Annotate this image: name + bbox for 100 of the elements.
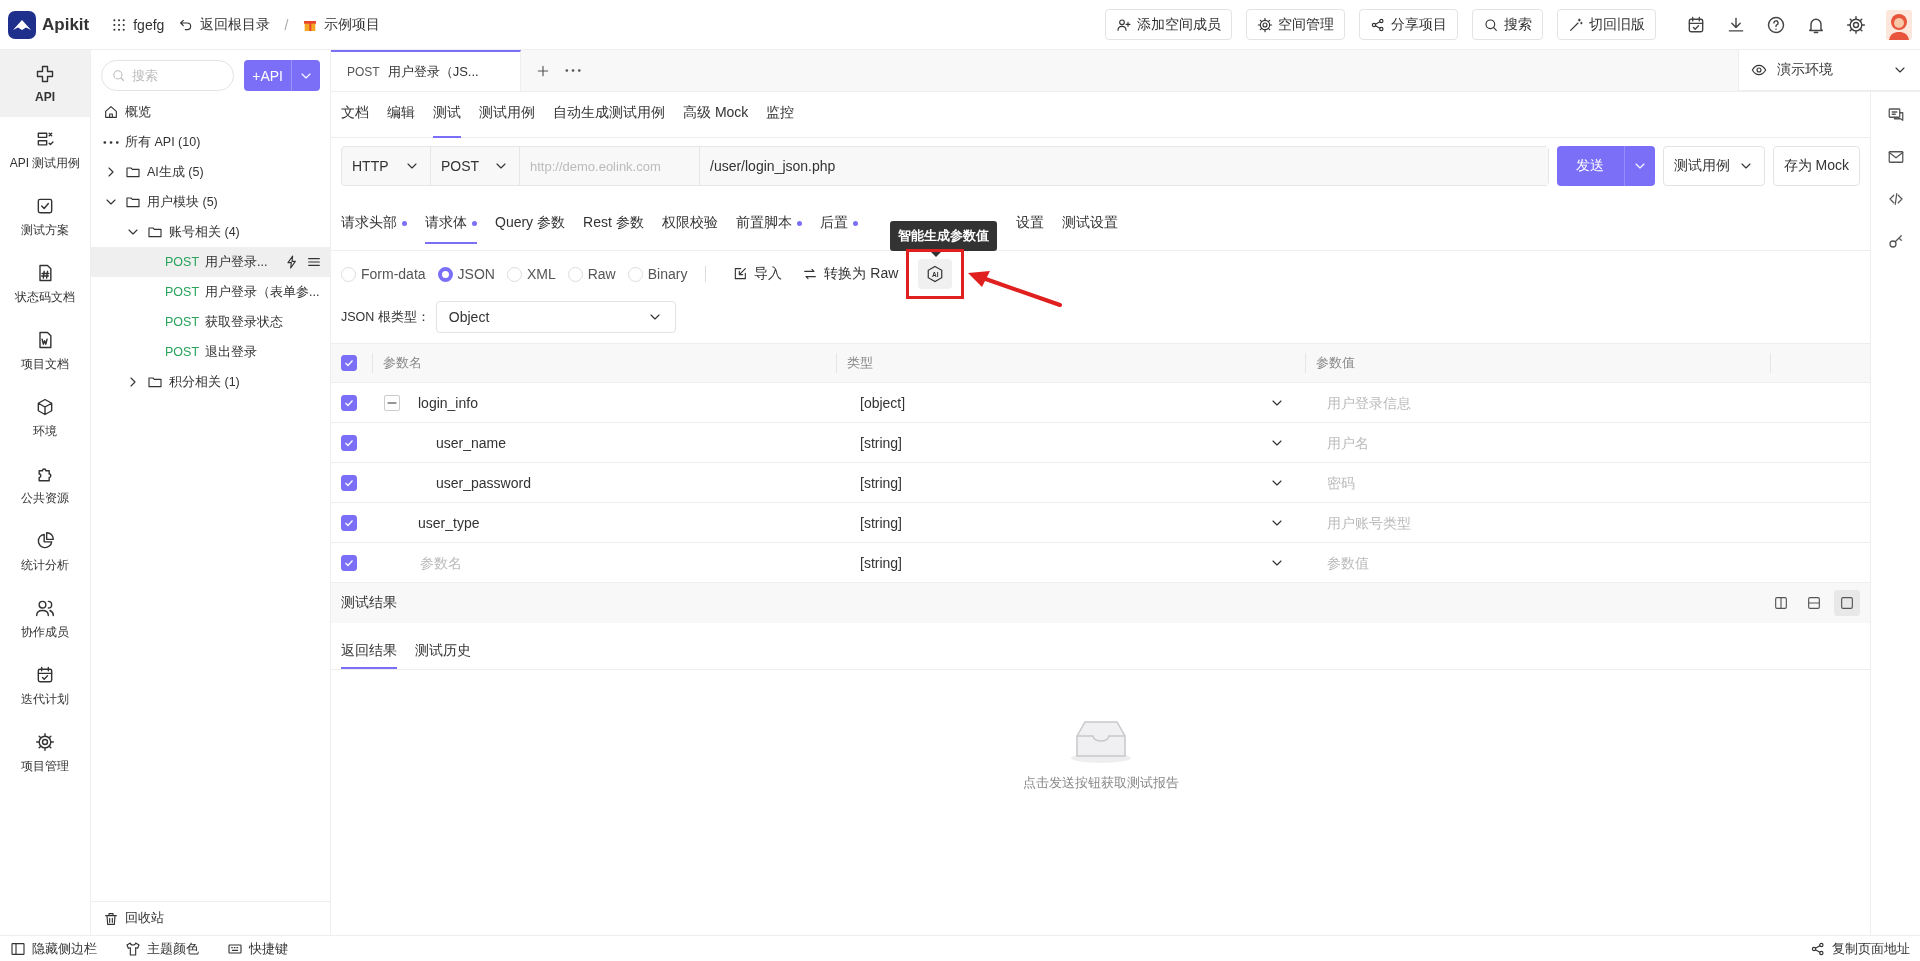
- nav-item[interactable]: 协作成员: [0, 586, 90, 653]
- avatar[interactable]: [1886, 9, 1912, 40]
- test-case-button[interactable]: 测试用例: [1662, 146, 1765, 186]
- tab[interactable]: 返回结果: [341, 642, 397, 669]
- param-type[interactable]: [string]: [860, 514, 902, 531]
- tree-item[interactable]: 概览: [91, 97, 330, 127]
- checkbox[interactable]: [341, 474, 357, 491]
- nav-item[interactable]: API 测试用例: [0, 117, 90, 184]
- checkbox[interactable]: [341, 394, 357, 411]
- tab[interactable]: 请求体: [425, 208, 477, 244]
- root-type-select[interactable]: Object: [435, 301, 676, 333]
- nav-item[interactable]: 状态码文档: [0, 251, 90, 318]
- search-field[interactable]: 搜索: [101, 60, 235, 91]
- tab[interactable]: 自动生成测试用例: [553, 104, 665, 138]
- nav-item[interactable]: 统计分析: [0, 519, 90, 586]
- layout-button[interactable]: [1834, 590, 1860, 616]
- mail-icon[interactable]: [1886, 148, 1905, 166]
- tab[interactable]: 后置: [819, 208, 858, 244]
- param-type[interactable]: [string]: [860, 474, 902, 491]
- tree-item[interactable]: 用户模块 (5): [91, 187, 330, 217]
- tree-item[interactable]: POST 退出登录: [91, 337, 330, 367]
- param-type[interactable]: [string]: [860, 434, 902, 451]
- tab[interactable]: 设置: [1015, 208, 1044, 244]
- tab[interactable]: 文档: [341, 104, 369, 138]
- checkbox[interactable]: [341, 514, 357, 531]
- radio-option[interactable]: Binary: [627, 266, 688, 282]
- value-field[interactable]: 用户名: [1325, 433, 1770, 452]
- settings-icon[interactable]: [1846, 14, 1866, 35]
- copy-link-button[interactable]: 复制页面地址: [1810, 939, 1910, 958]
- value-field[interactable]: 用户登录信息: [1325, 393, 1770, 412]
- tab[interactable]: 请求头部: [341, 208, 407, 244]
- trash-link[interactable]: 回收站: [125, 910, 164, 927]
- nav-label: 公共资源: [21, 490, 69, 507]
- tab[interactable]: 权限校验: [661, 208, 718, 244]
- tab[interactable]: 监控: [766, 104, 795, 138]
- param-type[interactable]: [string]: [860, 554, 902, 571]
- tab[interactable]: 前置脚本: [735, 208, 802, 244]
- tree-item[interactable]: 所有 API (10): [91, 127, 330, 157]
- tree-item[interactable]: AI生成 (5): [91, 157, 330, 187]
- footer-button[interactable]: 主题颜色: [125, 939, 199, 958]
- nav-item[interactable]: 公共资源: [0, 452, 90, 519]
- tab[interactable]: Query 参数: [495, 208, 565, 244]
- folder-icon: [125, 194, 141, 210]
- nav-item[interactable]: 环境: [0, 385, 90, 452]
- import-button[interactable]: 导入: [732, 265, 783, 283]
- environment-select[interactable]: 演示环境: [1738, 50, 1920, 91]
- collapse-toggle[interactable]: [384, 394, 400, 411]
- tab[interactable]: 测试: [433, 104, 461, 138]
- add-api-button[interactable]: +API: [244, 60, 320, 91]
- tab[interactable]: 测试用例: [479, 104, 535, 138]
- project-name[interactable]: 示例项目: [324, 15, 381, 34]
- value-field[interactable]: 密码: [1325, 473, 1770, 492]
- tree-item[interactable]: POST 用户登录...: [91, 247, 330, 277]
- name-field[interactable]: 参数名: [418, 553, 836, 572]
- toolbar-button[interactable]: 分享项目: [1359, 9, 1458, 40]
- tree-label: 退出登录: [205, 343, 259, 361]
- nav-item[interactable]: 项目文档: [0, 318, 90, 385]
- convert-button[interactable]: 转换为 Raw: [802, 265, 899, 283]
- tree-item[interactable]: POST 获取登录状态: [91, 307, 330, 337]
- radio-option[interactable]: XML: [506, 266, 556, 282]
- send-button[interactable]: 发送: [1556, 146, 1655, 186]
- tree-label: AI生成 (5): [147, 163, 205, 181]
- checkbox[interactable]: [341, 554, 357, 571]
- nav-item[interactable]: 迭代计划: [0, 653, 90, 720]
- calendar-icon: [35, 665, 55, 685]
- calendar-icon[interactable]: [1686, 14, 1706, 35]
- toolbar-button[interactable]: 添加空间成员: [1105, 9, 1232, 40]
- tab[interactable]: Rest 参数: [583, 208, 644, 244]
- workspace-name[interactable]: fgefg: [133, 16, 165, 33]
- nav-item[interactable]: 测试方案: [0, 184, 90, 251]
- value-field[interactable]: 用户账号类型: [1325, 513, 1770, 532]
- toolbar-button[interactable]: 切回旧版: [1557, 9, 1656, 40]
- help-icon[interactable]: [1766, 14, 1786, 35]
- back-link[interactable]: 返回根目录: [200, 15, 271, 34]
- editor-tab[interactable]: POST 用户登录（JS...: [331, 50, 521, 91]
- save-mock-button[interactable]: 存为 Mock: [1772, 146, 1860, 186]
- minus-icon: [387, 401, 397, 404]
- nav-item[interactable]: API: [0, 50, 90, 117]
- chat-icon[interactable]: [1886, 106, 1905, 124]
- footer-button[interactable]: 隐藏侧边栏: [10, 939, 97, 958]
- nav-item[interactable]: 项目管理: [0, 720, 90, 787]
- tree-item[interactable]: 积分相关 (1): [91, 367, 330, 397]
- tab[interactable]: 编辑: [387, 104, 415, 138]
- toolbar-button[interactable]: 空间管理: [1246, 9, 1345, 40]
- value-field[interactable]: 参数值: [1325, 553, 1770, 572]
- footer-button[interactable]: 快捷键: [227, 939, 288, 958]
- tab[interactable]: 高级 Mock: [683, 104, 749, 138]
- tree-item[interactable]: POST 用户登录（表单参...: [91, 277, 330, 307]
- toolbar-button[interactable]: 搜索: [1472, 9, 1543, 40]
- radio-option[interactable]: Raw: [567, 266, 616, 282]
- radio-option[interactable]: Form-data: [341, 266, 426, 282]
- checkbox[interactable]: [341, 434, 357, 451]
- param-type[interactable]: [object]: [860, 394, 906, 411]
- radio-option[interactable]: JSON: [437, 266, 495, 282]
- key-icon[interactable]: [1886, 232, 1905, 250]
- search-icon: [1483, 16, 1499, 33]
- checkbox[interactable]: [341, 355, 357, 371]
- tab[interactable]: 测试历史: [415, 642, 471, 669]
- tree-item[interactable]: 账号相关 (4): [91, 217, 330, 247]
- tab[interactable]: 测试设置: [1061, 208, 1118, 244]
